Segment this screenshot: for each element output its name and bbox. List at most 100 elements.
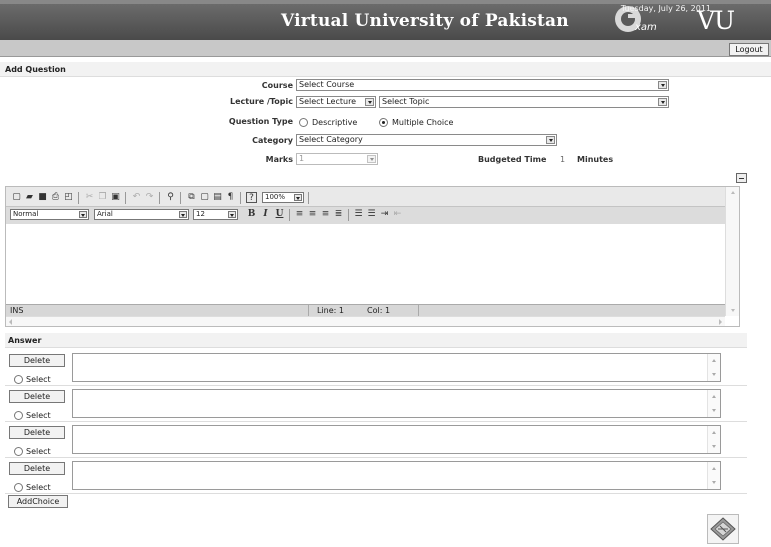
- save-question-icon[interactable]: [707, 514, 739, 544]
- delete-button[interactable]: Delete: [9, 462, 65, 475]
- chevron-down-icon: [79, 211, 87, 218]
- find-icon[interactable]: ⚲: [165, 192, 176, 203]
- select-label: Select: [26, 447, 51, 456]
- align-left-icon[interactable]: ≡: [294, 209, 305, 220]
- descriptive-radio[interactable]: [299, 118, 308, 127]
- font-select[interactable]: Arial: [94, 209, 189, 220]
- select-radio[interactable]: [14, 411, 23, 420]
- editor-horizontal-scrollbar[interactable]: [6, 316, 725, 326]
- answer-row: Delete Select: [5, 350, 747, 386]
- delete-button[interactable]: Delete: [9, 390, 65, 403]
- size-select[interactable]: 12: [193, 209, 238, 220]
- answer-textarea[interactable]: [72, 353, 721, 382]
- justify-icon[interactable]: ≣: [333, 209, 344, 220]
- save-icon[interactable]: ■: [37, 192, 48, 203]
- scroll-down-icon[interactable]: [731, 309, 735, 312]
- topic-select[interactable]: Select Topic: [379, 96, 669, 108]
- date-bar: [0, 40, 771, 57]
- undo-icon[interactable]: ↶: [131, 192, 142, 203]
- answer-scrollbar[interactable]: [707, 426, 720, 453]
- course-select[interactable]: Select Course: [296, 79, 669, 91]
- answer-textarea[interactable]: [72, 461, 721, 490]
- select-radio[interactable]: [14, 447, 23, 456]
- scroll-left-icon[interactable]: [9, 319, 12, 325]
- marks-label: Marks: [265, 155, 293, 164]
- style-select[interactable]: Normal: [10, 209, 89, 220]
- scroll-up-icon[interactable]: [731, 191, 735, 194]
- svg-text:xam: xam: [634, 22, 657, 33]
- align-center-icon[interactable]: ≡: [307, 209, 318, 220]
- toolbar-separator: [180, 192, 181, 204]
- answer-scrollbar[interactable]: [707, 390, 720, 417]
- redo-icon[interactable]: ↷: [144, 192, 155, 203]
- status-separator: [308, 305, 309, 316]
- multiple-choice-radio[interactable]: [379, 118, 388, 127]
- open-icon[interactable]: ▰: [24, 192, 35, 203]
- delete-button[interactable]: Delete: [9, 354, 65, 367]
- lecture-topic-label: Lecture /Topic: [230, 97, 293, 106]
- bold-icon[interactable]: B: [246, 209, 257, 220]
- select-radio[interactable]: [14, 483, 23, 492]
- print-icon[interactable]: ⎙: [50, 192, 61, 203]
- paste-icon[interactable]: ▣: [110, 192, 121, 203]
- editor-toolbar: ▢ ▰ ■ ⎙ ◰ ✂ ❐ ▣ ↶ ↷ ⚲ ⧉ ▢ ▤ ¶ ? 100% Nor…: [6, 187, 725, 224]
- answer-row: Delete Select: [5, 422, 747, 458]
- add-choice-button[interactable]: AddChoice: [8, 495, 68, 508]
- table-icon[interactable]: ▢: [199, 192, 210, 203]
- chevron-down-icon: [228, 211, 236, 218]
- scroll-down-icon[interactable]: [712, 481, 716, 484]
- size-value: 12: [196, 210, 205, 218]
- ordered-list-icon[interactable]: ☰: [353, 209, 364, 220]
- chevron-down-icon: [658, 81, 667, 89]
- align-right-icon[interactable]: ≡: [320, 209, 331, 220]
- lecture-select[interactable]: Select Lecture: [296, 96, 376, 108]
- copy-icon[interactable]: ❐: [97, 192, 108, 203]
- zoom-value: 100%: [265, 193, 286, 201]
- indent-icon[interactable]: ⇥: [379, 209, 390, 220]
- multiple-choice-label: Multiple Choice: [392, 118, 454, 127]
- insert-icon[interactable]: ⧉: [186, 192, 197, 203]
- new-icon[interactable]: ▢: [11, 192, 22, 203]
- editor-vertical-scrollbar[interactable]: [725, 187, 739, 316]
- unordered-list-icon[interactable]: ☰: [366, 209, 377, 220]
- scroll-up-icon[interactable]: [712, 431, 716, 434]
- scroll-down-icon[interactable]: [712, 409, 716, 412]
- collapse-icon[interactable]: [736, 173, 747, 183]
- scroll-up-icon[interactable]: [712, 359, 716, 362]
- answer-scrollbar[interactable]: [707, 354, 720, 381]
- outdent-icon[interactable]: ⇤: [392, 209, 403, 220]
- select-label: Select: [26, 375, 51, 384]
- select-label: Select: [26, 411, 51, 420]
- help-icon[interactable]: ?: [246, 192, 257, 203]
- site-title: Virtual University of Pakistan: [281, 11, 569, 31]
- scroll-right-icon[interactable]: [719, 319, 722, 325]
- zoom-select[interactable]: 100%: [262, 192, 304, 203]
- underline-icon[interactable]: U: [274, 209, 285, 220]
- add-question-heading: Add Question: [0, 62, 771, 77]
- chevron-down-icon: [365, 98, 374, 106]
- question-type-label: Question Type: [228, 117, 293, 126]
- course-select-value: Select Course: [299, 80, 355, 89]
- logout-button[interactable]: Logout: [729, 43, 769, 56]
- image-icon[interactable]: ▤: [212, 192, 223, 203]
- category-select-value: Select Category: [299, 135, 363, 144]
- style-value: Normal: [13, 210, 39, 218]
- cut-icon[interactable]: ✂: [84, 192, 95, 203]
- paragraph-icon[interactable]: ¶: [225, 192, 236, 203]
- answer-textarea[interactable]: [72, 425, 721, 454]
- preview-icon[interactable]: ◰: [63, 192, 74, 203]
- italic-icon[interactable]: I: [260, 209, 271, 220]
- answer-scrollbar[interactable]: [707, 462, 720, 489]
- marks-select[interactable]: 1: [296, 153, 378, 165]
- chevron-down-icon: [658, 98, 667, 106]
- answer-textarea[interactable]: [72, 389, 721, 418]
- category-select[interactable]: Select Category: [296, 134, 557, 146]
- select-radio[interactable]: [14, 375, 23, 384]
- scroll-up-icon[interactable]: [712, 395, 716, 398]
- scroll-down-icon[interactable]: [712, 445, 716, 448]
- scroll-down-icon[interactable]: [712, 373, 716, 376]
- scroll-up-icon[interactable]: [712, 467, 716, 470]
- chevron-down-icon: [179, 211, 187, 218]
- delete-button[interactable]: Delete: [9, 426, 65, 439]
- descriptive-label: Descriptive: [312, 118, 358, 127]
